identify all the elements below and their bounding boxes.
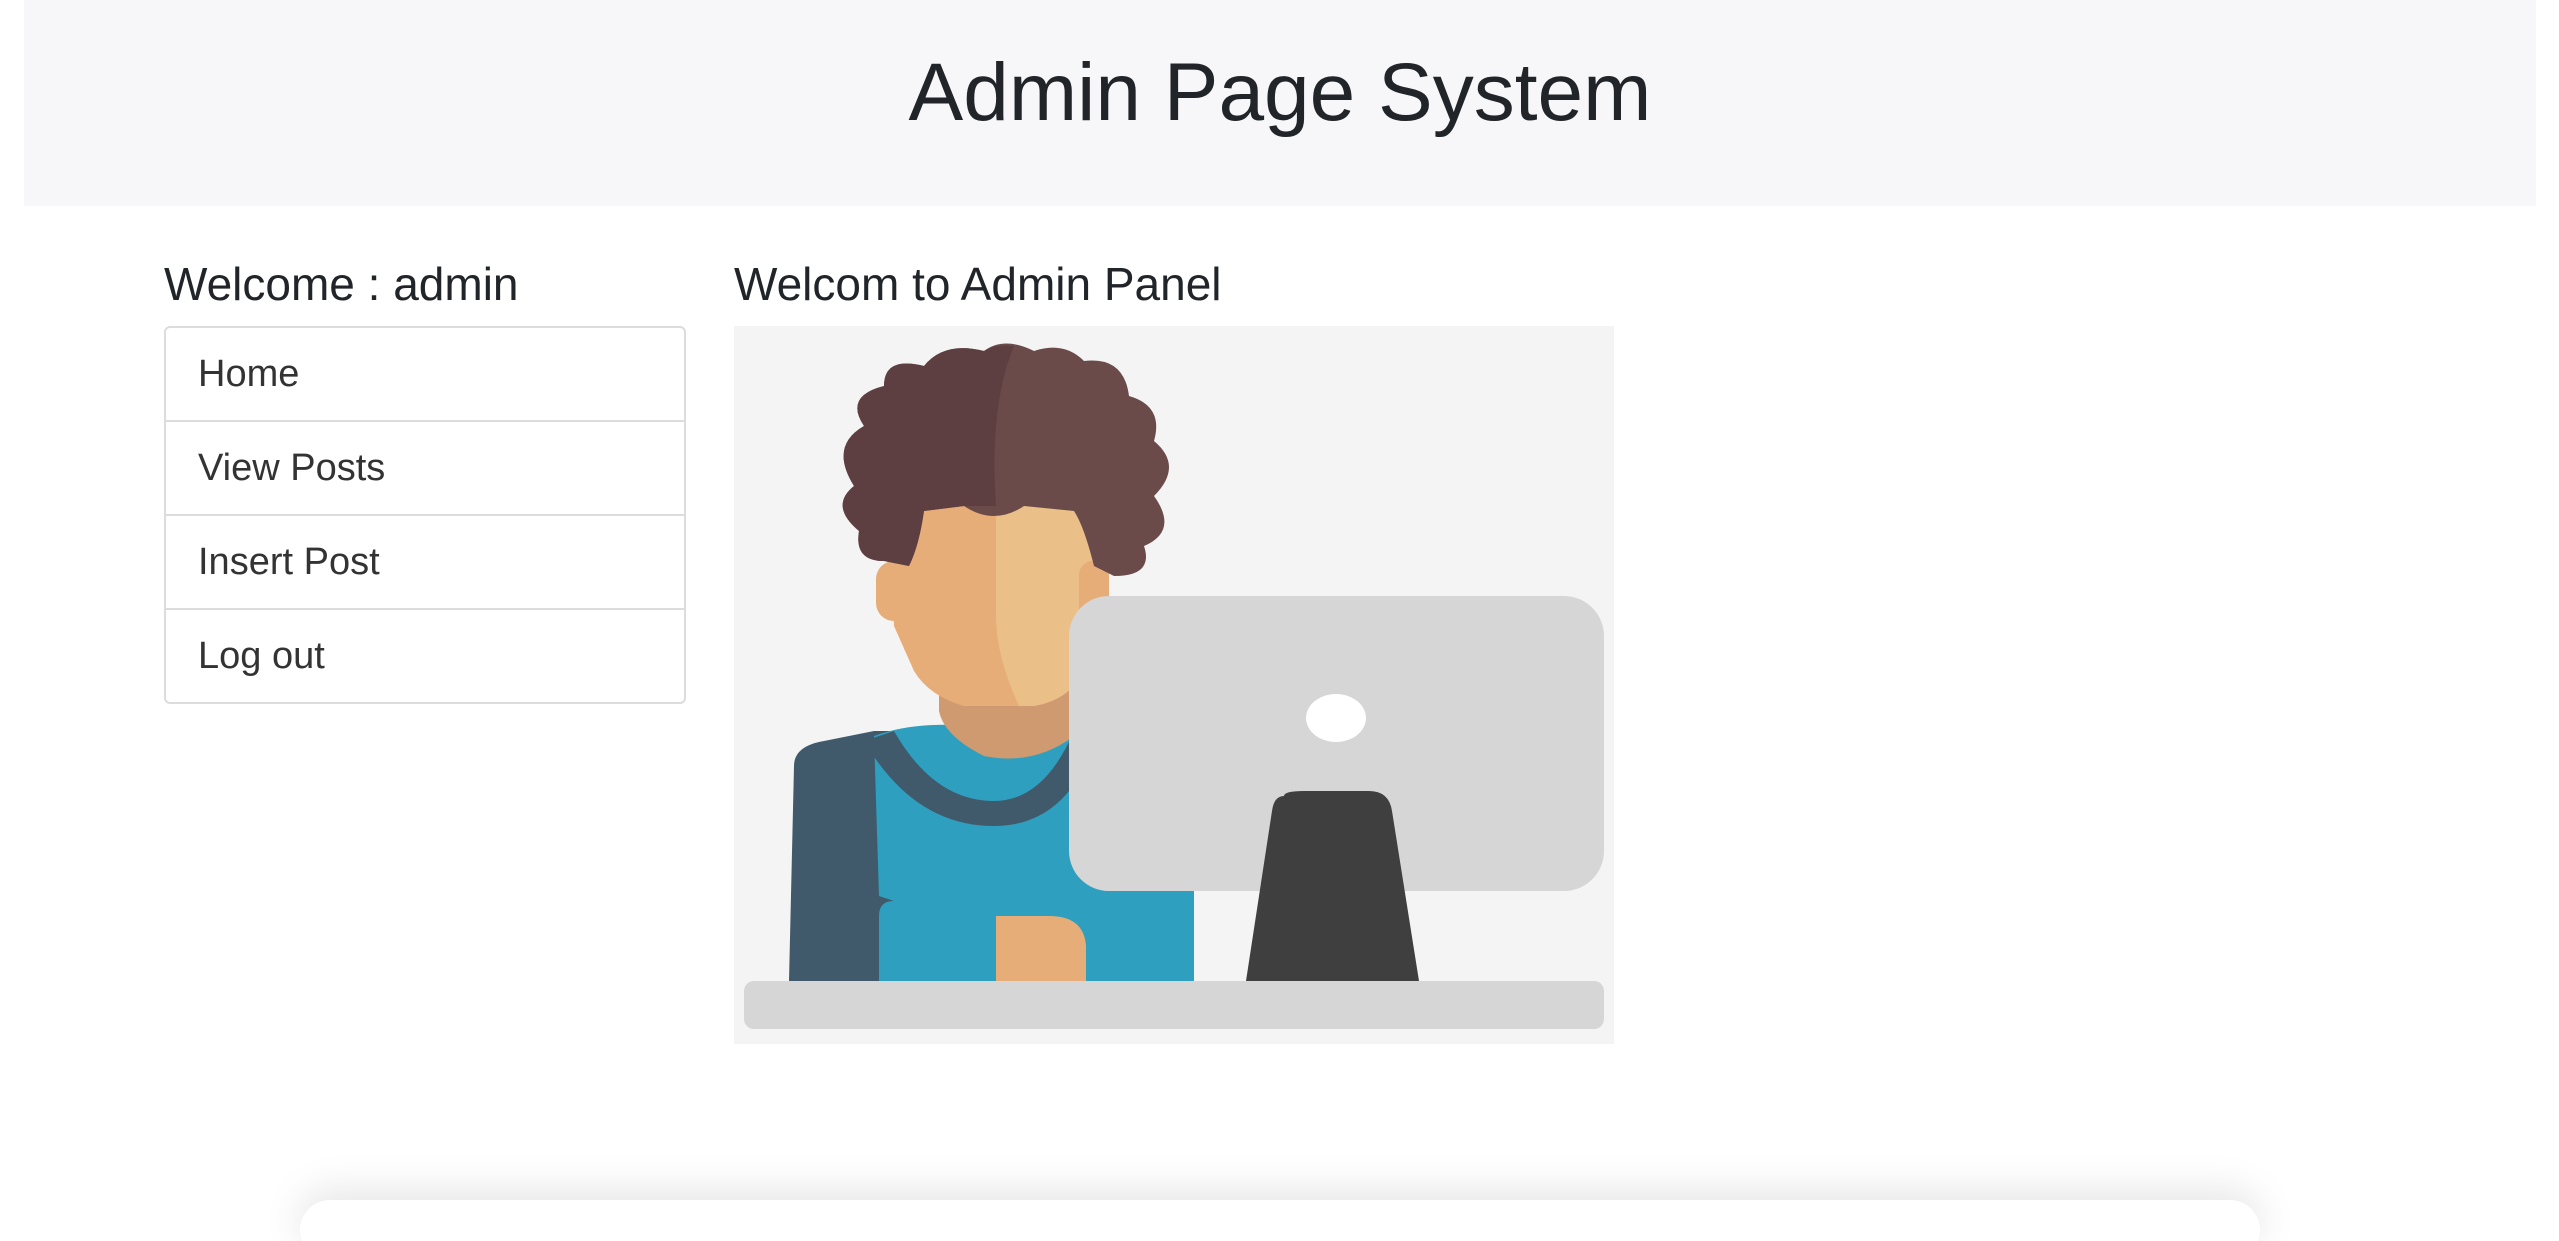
- sidebar-item-view-posts[interactable]: View Posts: [166, 422, 684, 516]
- sidebar-item-insert-post[interactable]: Insert Post: [166, 516, 684, 610]
- sidebar: Welcome : admin Home View Posts Insert P…: [164, 254, 686, 704]
- header-banner: Admin Page System: [24, 0, 2536, 206]
- sidebar-item-home[interactable]: Home: [166, 328, 684, 422]
- main-content: Welcom to Admin Panel: [734, 254, 1614, 1044]
- admin-illustration: [734, 326, 1614, 1044]
- person-at-computer-icon: [734, 326, 1614, 1044]
- sidebar-item-log-out[interactable]: Log out: [166, 610, 684, 702]
- panel-heading: Welcom to Admin Panel: [734, 258, 1222, 310]
- sidebar-nav: Home View Posts Insert Post Log out: [164, 326, 686, 704]
- footer-shadow: [300, 1200, 2260, 1241]
- page-title: Admin Page System: [908, 47, 1652, 138]
- welcome-text: Welcome : admin: [164, 258, 519, 310]
- page: Admin Page System Welcome : admin Home V…: [0, 0, 2559, 1241]
